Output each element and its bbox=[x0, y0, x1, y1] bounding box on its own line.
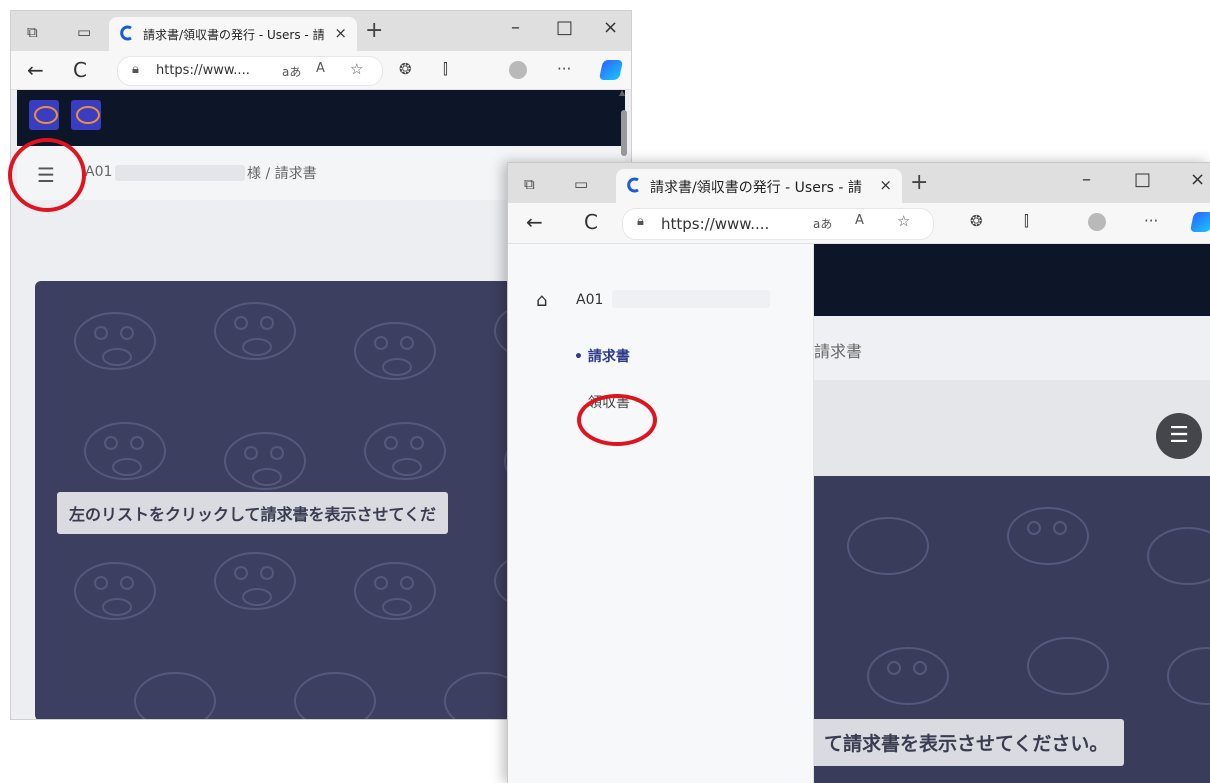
browser-tab[interactable]: 請求書/領収書の発行 - Users - 請 × bbox=[616, 169, 902, 203]
tab-close-icon[interactable]: × bbox=[334, 24, 347, 42]
address-bar-2: ← C 🔒︎ https://www.... aあ A ☆ ❂ ⫿ ··· bbox=[508, 203, 1210, 244]
tab-close-icon[interactable]: × bbox=[879, 176, 892, 194]
read-aloud-icon[interactable]: aあ bbox=[813, 215, 832, 232]
read-aloud-icon[interactable]: aあ bbox=[282, 63, 301, 80]
sidebar-item-invoice[interactable]: • 請求書 bbox=[574, 346, 630, 366]
tab-bar: ⧉ ▭ 請求書/領収書の発行 - Users - 請 × + – □ × bbox=[11, 11, 631, 51]
menu-icon[interactable]: ··· bbox=[1144, 212, 1158, 230]
close-window-button[interactable]: × bbox=[1190, 169, 1205, 190]
breadcrumb-path: 様 / 請求書 bbox=[247, 166, 317, 182]
scroll-thumb[interactable] bbox=[621, 110, 627, 156]
favicon-icon bbox=[627, 177, 639, 193]
tab-actions-icon[interactable]: ⧉ bbox=[27, 23, 38, 41]
tab-bar-2: ⧉ ▭ 請求書/領収書の発行 - Users - 請 × + – □ × bbox=[508, 163, 1210, 203]
instruction-message: て請求書を表示させてください。 bbox=[808, 719, 1125, 766]
tab-title: 請求書/領収書の発行 - Users - 請 bbox=[143, 28, 325, 42]
logo-icon[interactable] bbox=[29, 100, 59, 130]
url-text: https://www.... bbox=[661, 215, 770, 233]
back-button[interactable]: ← bbox=[27, 58, 44, 82]
sidebar-item-receipt[interactable]: 領収書 bbox=[588, 392, 630, 412]
lock-icon: 🔒︎ bbox=[637, 214, 644, 229]
immersive-reader-icon[interactable]: A bbox=[316, 61, 325, 76]
maximize-button[interactable]: □ bbox=[1134, 169, 1151, 190]
scroll-up-icon[interactable]: ▲ bbox=[619, 88, 625, 97]
address-bar: ← C 🔒︎ https://www.... aあ A ☆ ❂ ⫿ ··· bbox=[11, 51, 631, 90]
split-screen-icon[interactable]: ⫿ bbox=[443, 60, 448, 78]
instruction-message: 左のリストをクリックして請求書を表示させてくだ bbox=[57, 492, 449, 534]
redacted-name bbox=[115, 165, 245, 181]
url-field[interactable]: 🔒︎ https://www.... aあ A ☆ bbox=[622, 208, 934, 240]
lock-icon: 🔒︎ bbox=[132, 62, 139, 77]
tab-actions-icon[interactable]: ⧉ bbox=[524, 175, 535, 193]
close-window-button[interactable]: × bbox=[603, 17, 618, 38]
new-tab-button[interactable]: + bbox=[910, 170, 928, 195]
immersive-reader-icon[interactable]: A bbox=[855, 213, 864, 228]
minimize-button[interactable]: – bbox=[1082, 169, 1091, 190]
breadcrumb-path: 請求書 bbox=[814, 342, 863, 361]
browser-tab[interactable]: 請求書/領収書の発行 - Users - 請 × bbox=[109, 17, 357, 51]
home-icon[interactable]: ⌂ bbox=[536, 290, 547, 311]
tab-title: 請求書/領収書の発行 - Users - 請 bbox=[650, 180, 862, 196]
logo-icon-2[interactable] bbox=[71, 100, 101, 130]
refresh-button[interactable]: C bbox=[73, 58, 87, 82]
url-field[interactable]: 🔒︎ https://www.... aあ A ☆ bbox=[117, 56, 383, 86]
avatar-icon[interactable] bbox=[1088, 213, 1106, 231]
hamburger-icon[interactable]: ☰ bbox=[37, 163, 55, 187]
menu-icon[interactable]: ··· bbox=[557, 60, 571, 78]
refresh-button[interactable]: C bbox=[584, 210, 598, 234]
sidebar-user[interactable]: A01 bbox=[576, 292, 603, 308]
menu-fab-button[interactable]: ☰ bbox=[1156, 413, 1202, 459]
favorite-star-icon[interactable]: ☆ bbox=[350, 60, 363, 78]
tab-strip-icon[interactable]: ▭ bbox=[77, 23, 91, 41]
breadcrumb-user: A01 bbox=[85, 164, 113, 180]
browser-window-2: ⧉ ▭ 請求書/領収書の発行 - Users - 請 × + – □ × ← C… bbox=[507, 162, 1210, 783]
tab-strip-icon[interactable]: ▭ bbox=[574, 175, 588, 193]
avatar-icon[interactable] bbox=[509, 61, 527, 79]
new-tab-button[interactable]: + bbox=[365, 18, 383, 43]
url-text: https://www.... bbox=[156, 63, 250, 78]
copilot-icon[interactable] bbox=[1189, 212, 1210, 232]
favicon-icon bbox=[120, 25, 132, 41]
back-button[interactable]: ← bbox=[526, 210, 543, 234]
extensions-icon[interactable]: ❂ bbox=[970, 212, 983, 230]
maximize-button[interactable]: □ bbox=[556, 17, 573, 38]
redacted-name bbox=[612, 290, 770, 308]
copilot-icon[interactable] bbox=[598, 60, 624, 80]
minimize-button[interactable]: – bbox=[511, 17, 520, 38]
extensions-icon[interactable]: ❂ bbox=[399, 60, 412, 78]
split-screen-icon[interactable]: ⫿ bbox=[1024, 212, 1029, 230]
favorite-star-icon[interactable]: ☆ bbox=[897, 212, 910, 230]
app-navbar bbox=[17, 90, 625, 146]
sidebar: ⌂ A01 • 請求書 領収書 bbox=[508, 244, 814, 783]
